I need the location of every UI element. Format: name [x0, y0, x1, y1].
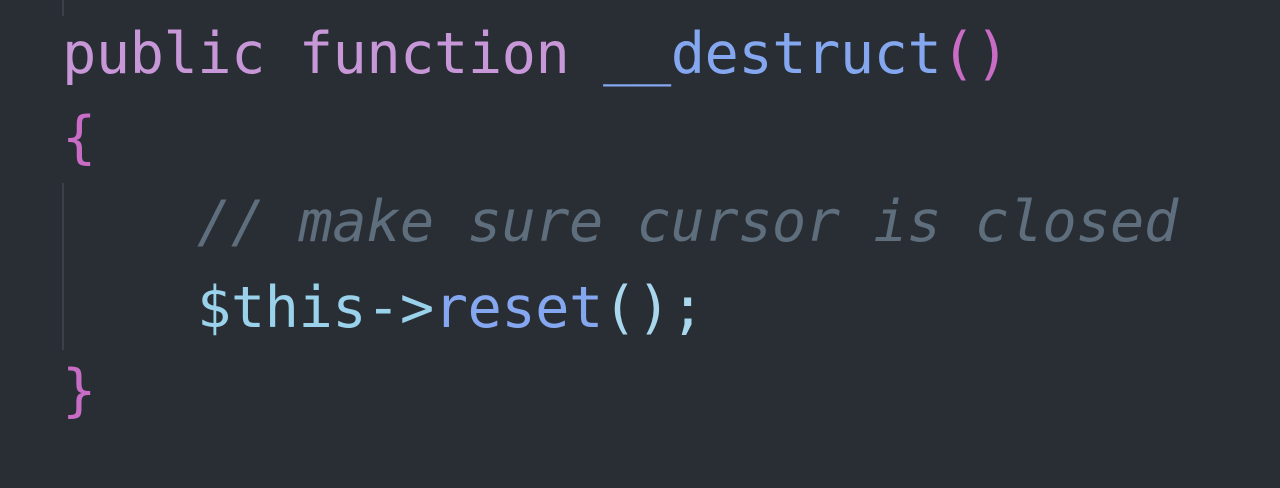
code-editor[interactable]: public function __destruct() { // make s…: [0, 0, 1280, 488]
arrow-operator: ->: [366, 275, 434, 341]
indent-guide: [62, 183, 64, 350]
code-comment: // make sure cursor is closed: [197, 189, 1178, 255]
call-punctuation: ();: [602, 275, 705, 341]
keyword-public: public: [62, 21, 265, 87]
code-line-open-brace[interactable]: {: [62, 110, 96, 167]
open-brace: {: [62, 105, 96, 171]
function-name: __destruct: [603, 21, 942, 87]
indent-guide: [62, 0, 64, 16]
code-line-signature[interactable]: public function __destruct(): [62, 26, 1009, 83]
close-brace: }: [62, 358, 96, 424]
method-name: reset: [433, 275, 604, 341]
code-line-statement[interactable]: $this->reset();: [197, 280, 705, 337]
keyword-function: function: [298, 21, 570, 87]
parentheses: (): [941, 21, 1009, 87]
code-line-close-brace[interactable]: }: [62, 363, 96, 420]
code-line-comment[interactable]: // make sure cursor is closed: [197, 194, 1178, 251]
variable-this: $this: [197, 275, 367, 341]
